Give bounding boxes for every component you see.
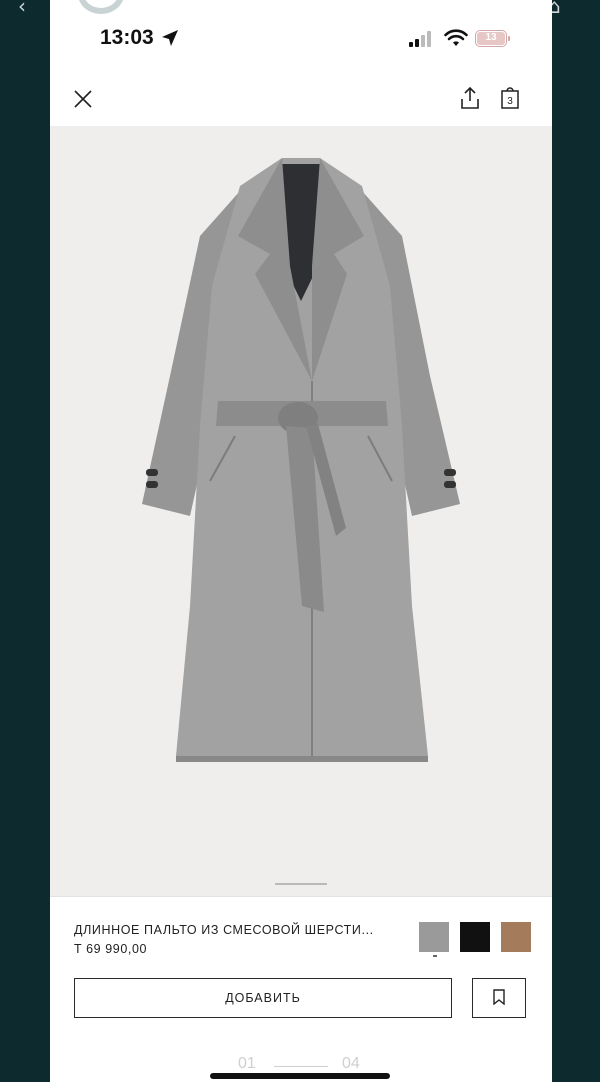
battery-tip — [508, 36, 510, 41]
product-image-gallery[interactable] — [50, 126, 552, 896]
color-swatch-grey[interactable] — [419, 922, 449, 952]
top-nav: 3 — [50, 70, 552, 126]
color-swatch-camel[interactable] — [501, 922, 531, 952]
edge-chevron-icon: ‹ — [18, 0, 26, 18]
status-time: 13:03 — [100, 26, 154, 49]
page-separator — [274, 1066, 328, 1067]
wifi-icon — [444, 29, 468, 46]
product-name[interactable]: ДЛИННОЕ ПАЛЬТО ИЗ СМЕСОВОЙ ШЕРСТИ... — [74, 923, 374, 937]
bag-icon[interactable]: 3 — [498, 86, 522, 110]
selected-color-indicator — [433, 955, 437, 957]
battery-icon: 13 — [475, 30, 510, 47]
share-icon[interactable] — [458, 85, 482, 111]
close-icon[interactable] — [72, 88, 94, 110]
bookmark-button[interactable] — [472, 978, 526, 1018]
bookmark-icon — [493, 988, 505, 1005]
bag-count: 3 — [507, 96, 513, 107]
home-indicator[interactable] — [210, 1073, 390, 1079]
image-page-counter: 01 04 — [238, 1055, 368, 1075]
product-info-panel: ДЛИННОЕ ПАЛЬТО ИЗ СМЕСОВОЙ ШЕРСТИ... T 6… — [50, 896, 552, 1082]
product-image-coat — [142, 158, 460, 762]
location-arrow-icon — [162, 30, 178, 46]
gallery-scroll-indicator — [275, 883, 327, 885]
page-current: 01 — [238, 1055, 256, 1072]
status-bar: 13:03 13 — [50, 0, 552, 70]
product-price: T 69 990,00 — [74, 942, 148, 956]
cellular-signal-icon — [409, 31, 431, 47]
phone-screen: 13:03 13 3 ДЛИННОЕ ПАЛЬТО ИЗ СМЕСОВОЙ ШЕ… — [50, 0, 552, 1082]
color-swatch-black[interactable] — [460, 922, 490, 952]
dynamic-island-fragment — [78, 0, 124, 14]
page-total: 04 — [342, 1055, 360, 1072]
battery-level: 13 — [477, 32, 505, 45]
add-to-cart-button[interactable]: ДОБАВИТЬ — [74, 978, 452, 1018]
